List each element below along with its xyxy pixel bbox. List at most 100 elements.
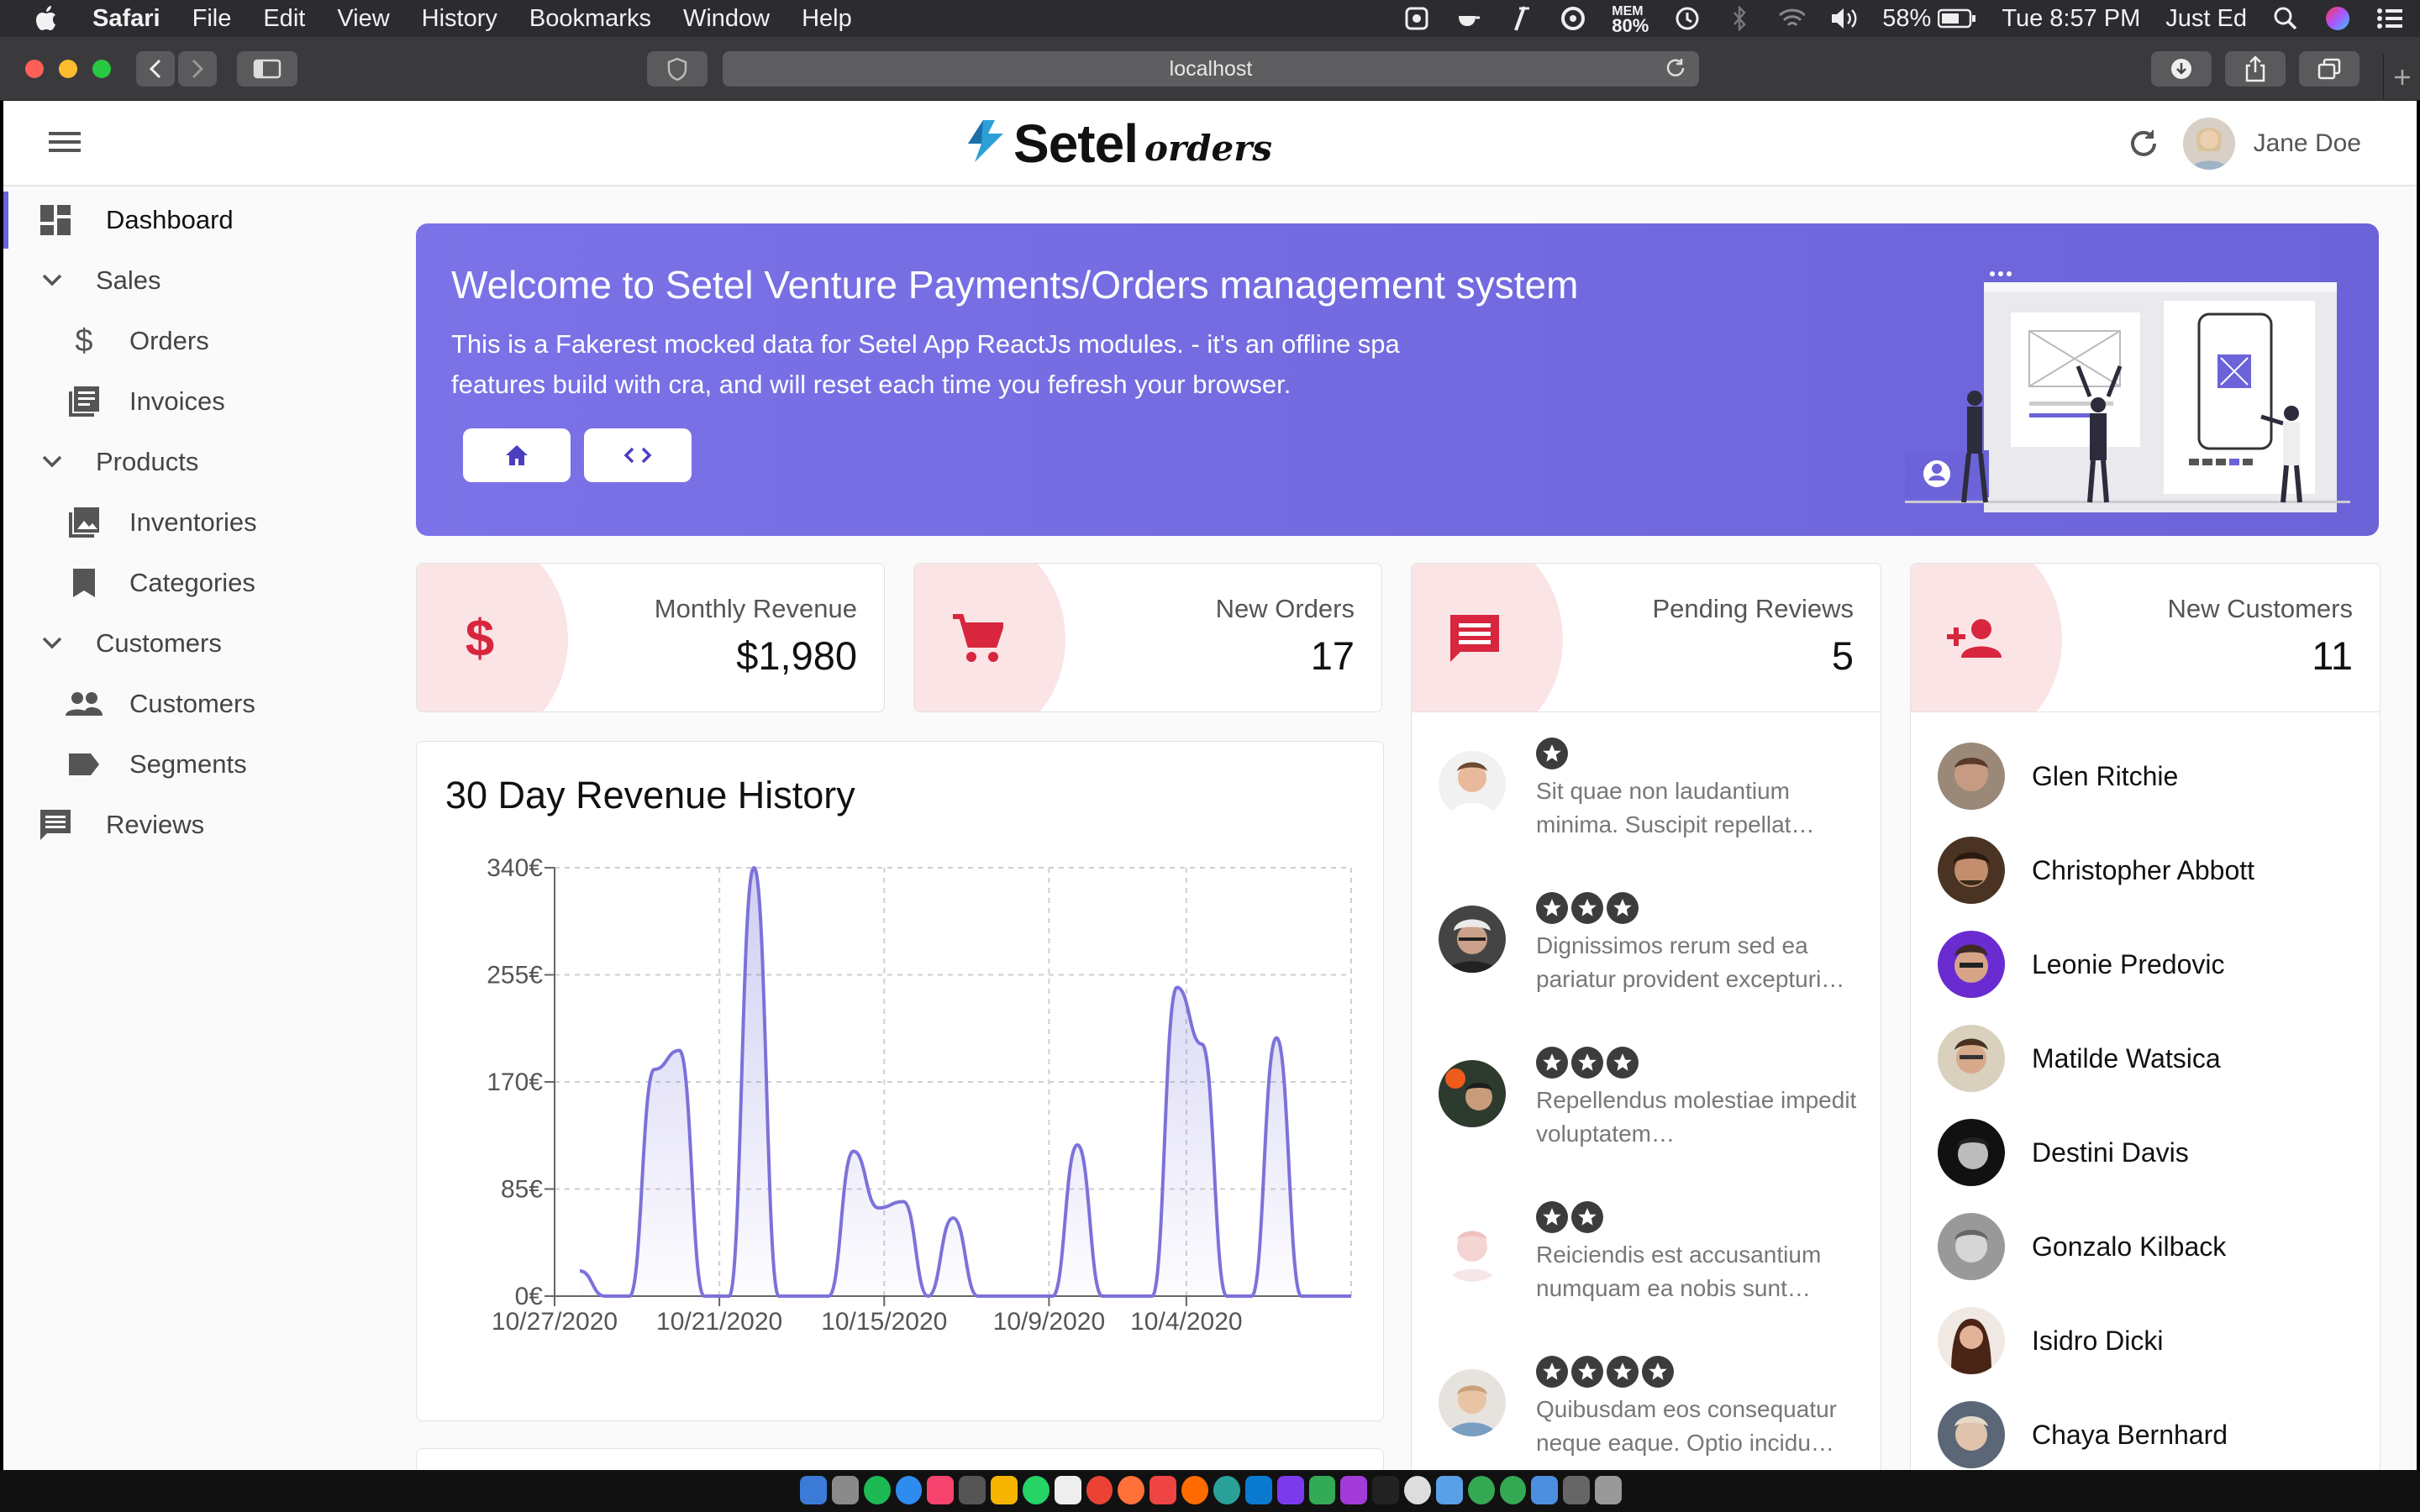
minimize-window-button[interactable]: [59, 60, 77, 78]
downloads-icon[interactable]: [2151, 51, 2212, 87]
sidebar-item-invoices[interactable]: Invoices: [66, 383, 225, 420]
refresh-icon[interactable]: [2128, 128, 2160, 165]
stat-card-new-orders[interactable]: New Orders 17: [913, 563, 1382, 712]
user-menu[interactable]: Jane Doe: [2182, 118, 2361, 170]
battery-icon[interactable]: [1938, 5, 1976, 32]
cup-icon[interactable]: [1455, 5, 1482, 32]
sidebar-group-sales[interactable]: Sales: [34, 262, 161, 299]
customer-item[interactable]: Leonie Predovic: [1911, 917, 2380, 1011]
share-icon[interactable]: [2225, 51, 2286, 87]
review-item[interactable]: Dignissimos rerum sed ea pariatur provid…: [1412, 877, 1881, 1032]
terminal-icon[interactable]: [1372, 1476, 1400, 1504]
webstorm-icon[interactable]: [1308, 1476, 1336, 1504]
app-icon-2[interactable]: [1467, 1476, 1495, 1504]
stat-card-new-customers[interactable]: New Customers 11: [1910, 563, 2381, 712]
clock[interactable]: Tue 8:57 PM: [2002, 5, 2140, 33]
sidebar-toggle-icon[interactable]: [237, 51, 297, 87]
sidebar-item-inventories[interactable]: Inventories: [66, 504, 257, 541]
istat-icon[interactable]: [1560, 5, 1586, 32]
vscode-icon[interactable]: [1244, 1476, 1272, 1504]
customer-item[interactable]: Matilde Watsica: [1911, 1011, 2380, 1105]
github-icon[interactable]: [1404, 1476, 1431, 1504]
safari-icon[interactable]: [895, 1476, 923, 1504]
sidebar-item-segments[interactable]: Segments: [66, 746, 247, 783]
spotlight-search-icon[interactable]: [2272, 5, 2299, 32]
app-icon-3[interactable]: [1499, 1476, 1527, 1504]
textedit-icon[interactable]: [1054, 1476, 1081, 1504]
sidebar-item-categories[interactable]: Categories: [66, 564, 255, 601]
launchpad-icon[interactable]: [831, 1476, 859, 1504]
app-logo[interactable]: Setel orders: [966, 113, 1272, 174]
sidebar-item-customers[interactable]: Customers: [66, 685, 255, 722]
wifi-icon[interactable]: [1778, 5, 1806, 32]
sidebar-item-reviews[interactable]: Reviews: [37, 806, 204, 843]
reload-icon[interactable]: [1665, 58, 1687, 86]
menu-hamburger-icon[interactable]: [49, 129, 81, 160]
mem-indicator[interactable]: MEM 80%: [1612, 4, 1649, 35]
stat-card-pending-reviews[interactable]: Pending Reviews 5: [1411, 563, 1881, 712]
review-item[interactable]: Sit quae non laudantium minima. Suscipit…: [1412, 722, 1881, 877]
battery-percent[interactable]: 58%: [1882, 5, 1931, 33]
trash-icon[interactable]: [1595, 1476, 1622, 1504]
forward-button[interactable]: [178, 51, 217, 87]
menu-view[interactable]: View: [337, 5, 389, 33]
preview-icon[interactable]: [1435, 1476, 1463, 1504]
menu-window[interactable]: Window: [683, 5, 770, 33]
sidebar-item-orders[interactable]: $ Orders: [66, 323, 208, 360]
menu-edit[interactable]: Edit: [263, 5, 305, 33]
customer-item[interactable]: Glen Ritchie: [1911, 729, 2380, 823]
review-item[interactable]: Quibusdam eos consequatur neque eaque. O…: [1412, 1341, 1881, 1470]
menu-history[interactable]: History: [422, 5, 497, 33]
status-app-icon[interactable]: [1403, 5, 1430, 32]
phpstorm-icon[interactable]: [1340, 1476, 1368, 1504]
revenue-chart[interactable]: 0€ 85€ 170€ 255€ 340€ 10/27/2020 10/21/2020 10/…: [417, 817, 1384, 1421]
menu-help[interactable]: Help: [802, 5, 852, 33]
back-button[interactable]: [136, 51, 175, 87]
siri-icon[interactable]: [2324, 5, 2351, 32]
new-tab-icon[interactable]: [2383, 54, 2420, 101]
sidebar-group-customers[interactable]: Customers: [34, 625, 222, 662]
stat-card-monthly-revenue[interactable]: $ Monthly Revenue $1,980: [416, 563, 885, 712]
customer-item[interactable]: Christopher Abbott: [1911, 823, 2380, 917]
review-item[interactable]: Repellendus molestiae impedit voluptatem…: [1412, 1032, 1881, 1186]
review-item[interactable]: Reiciendis est accusantium numquam ea no…: [1412, 1186, 1881, 1341]
bluetooth-icon[interactable]: [1726, 5, 1753, 32]
sidebar-group-products[interactable]: Products: [34, 444, 198, 480]
home-button[interactable]: [463, 428, 571, 482]
time-machine-icon[interactable]: [1674, 5, 1701, 32]
apple-menu-icon[interactable]: [34, 4, 59, 33]
customer-item[interactable]: Gonzalo Kilback: [1911, 1200, 2380, 1294]
menu-file[interactable]: File: [192, 5, 232, 33]
menu-bookmarks[interactable]: Bookmarks: [529, 5, 651, 33]
customer-name: Destini Davis: [2032, 1137, 2189, 1168]
script-icon[interactable]: [1507, 5, 1534, 32]
finder-icon[interactable]: [800, 1476, 827, 1504]
downloads-stack-icon[interactable]: [1531, 1476, 1559, 1504]
folder-stack-icon[interactable]: [1563, 1476, 1591, 1504]
swift-icon[interactable]: [1181, 1476, 1208, 1504]
firefox-icon[interactable]: [1118, 1476, 1145, 1504]
close-window-button[interactable]: [25, 60, 44, 78]
zoom-window-button[interactable]: [92, 60, 111, 78]
whatsapp-icon[interactable]: [1022, 1476, 1050, 1504]
menu-app-name[interactable]: Safari: [92, 5, 160, 33]
customer-item[interactable]: Destini Davis: [1911, 1105, 2380, 1200]
customer-item[interactable]: Isidro Dicki: [1911, 1294, 2380, 1388]
customer-item[interactable]: Chaya Bernhard: [1911, 1388, 2380, 1470]
code-button[interactable]: [584, 428, 692, 482]
postman-icon[interactable]: [1150, 1476, 1177, 1504]
visual-studio-icon[interactable]: [1276, 1476, 1304, 1504]
app-icon[interactable]: [1213, 1476, 1240, 1504]
menubar-user[interactable]: Just Ed: [2165, 5, 2247, 33]
address-bar[interactable]: localhost: [723, 51, 1699, 87]
chrome-icon[interactable]: [1086, 1476, 1113, 1504]
notes-icon[interactable]: [991, 1476, 1018, 1504]
music-icon[interactable]: [927, 1476, 955, 1504]
tab-overview-icon[interactable]: [2299, 51, 2360, 87]
volume-icon[interactable]: [1830, 5, 1857, 32]
notification-center-icon[interactable]: [2376, 5, 2403, 32]
spotify-icon[interactable]: [863, 1476, 891, 1504]
privacy-report-icon[interactable]: [647, 51, 708, 87]
screenshot-icon[interactable]: [959, 1476, 986, 1504]
sidebar-item-dashboard[interactable]: Dashboard: [37, 202, 234, 239]
